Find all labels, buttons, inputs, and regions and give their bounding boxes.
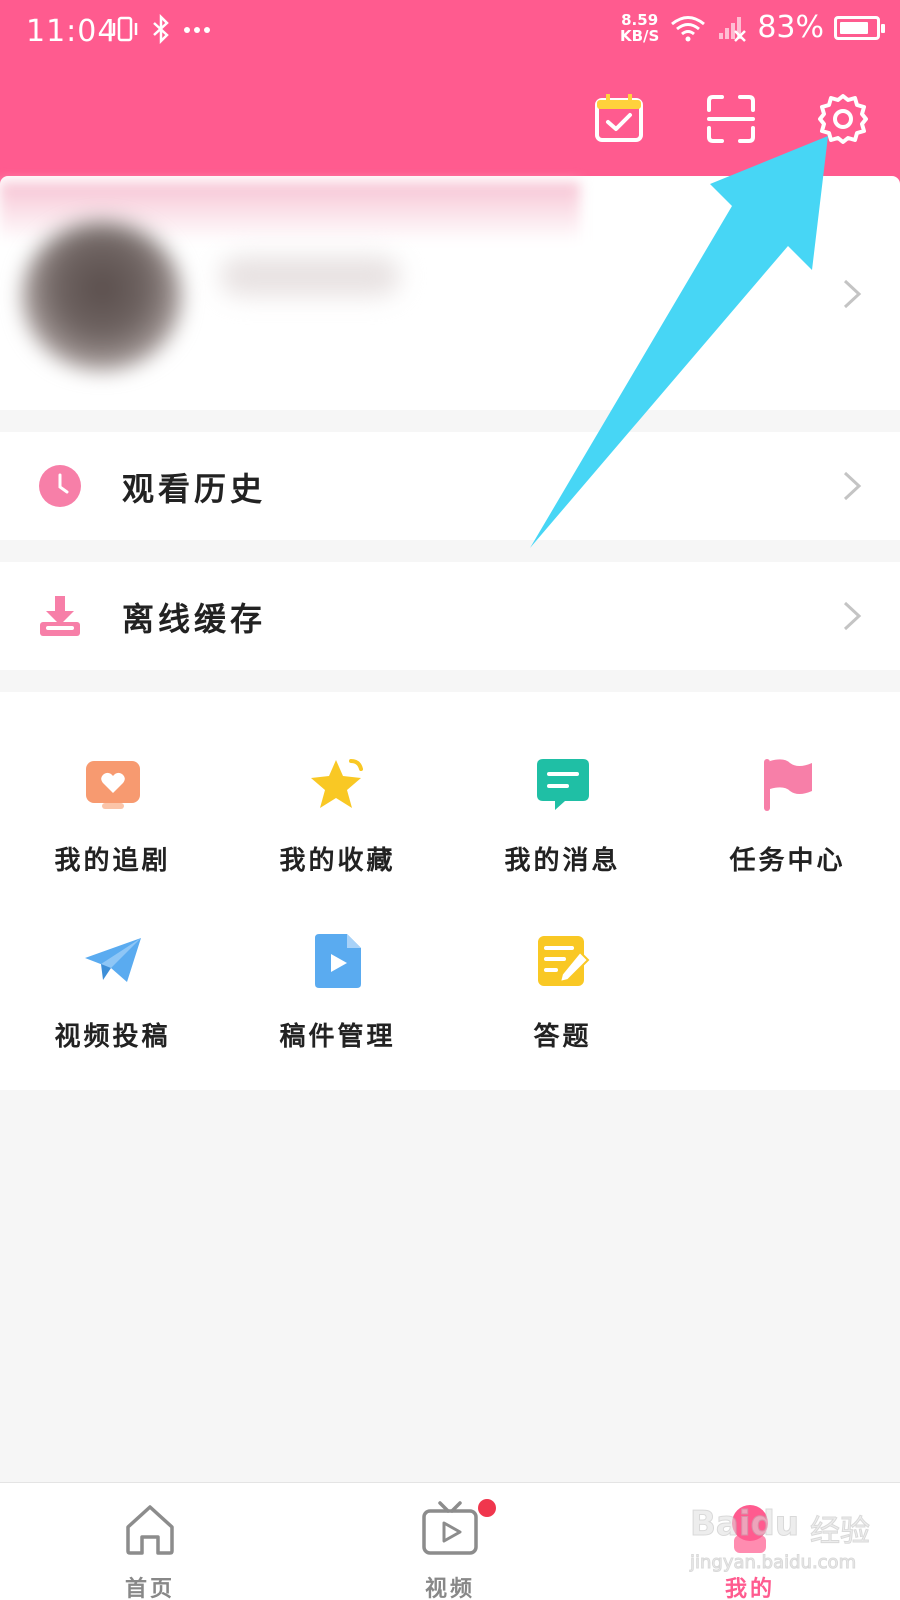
menu-item-offline-cache[interactable]: 离线缓存 [0,562,900,670]
more-icon [184,27,210,33]
calendar-check-icon [595,94,643,142]
wifi-icon [671,15,706,41]
grid-item-video-submission[interactable]: 视频投稿 [0,930,225,1070]
header-actions [592,92,870,146]
video-file-icon [315,934,361,988]
net-speed: 8.59 KB/S [619,10,660,45]
header: 11:04 8.59 KB/S 83% [0,0,900,190]
edit-note-icon [538,936,590,986]
grid-item-following-dramas[interactable]: 我的追剧 [0,754,225,894]
grid-item-quiz[interactable]: 答题 [450,930,675,1070]
grid-item-label: 我的收藏 [279,846,396,876]
message-icon [537,759,589,810]
chevron-right-icon [843,601,862,631]
vibrate-icon [112,16,138,42]
grid-item-label: 我的追剧 [54,846,171,876]
battery-fill [840,21,869,34]
grid-item-manuscript-management[interactable]: 稿件管理 [225,930,450,1070]
star-icon [311,759,363,808]
signal-icon [719,16,747,42]
settings-button[interactable] [816,92,870,146]
grid-item-task-center[interactable]: 任务中心 [675,754,900,894]
menu-item-history[interactable]: 观看历史 [0,432,900,540]
tab-label: 我的 [724,1576,775,1600]
tab-home[interactable]: 首页 [90,1501,210,1600]
notification-badge [478,1499,496,1517]
grid-item-favorites[interactable]: 我的收藏 [225,754,450,894]
battery-percent: 83% [757,10,824,45]
bottom-tab-bar: 首页 视频 我的 [0,1482,900,1600]
status-time: 11:04 [26,14,118,49]
tv-play-icon [422,1501,478,1555]
chevron-right-icon [843,471,862,501]
tab-label: 首页 [124,1576,175,1600]
grid-item-label: 视频投稿 [54,1022,171,1052]
download-icon [40,596,80,636]
bluetooth-icon [153,14,169,44]
grid-item-label: 稿件管理 [279,1022,396,1052]
grid-item-messages[interactable]: 我的消息 [450,754,675,894]
feature-grid: 我的追剧 我的收藏 我的消息 任务中心 视频投稿 稿件管理 答题 [0,692,900,1090]
menu-item-label: 观看历史 [122,470,267,508]
menu-item-label: 离线缓存 [122,600,267,638]
gear-icon [818,94,868,144]
heart-tv-icon [86,761,140,809]
tab-label: 视频 [424,1576,475,1600]
tab-video[interactable]: 视频 [390,1499,510,1600]
tab-mine[interactable]: 我的 [690,1501,810,1600]
grid-item-label: 任务中心 [729,846,846,876]
username [220,256,400,296]
battery-icon [834,15,885,40]
home-icon [126,1505,174,1555]
chevron-right-icon [843,279,862,309]
grid-item-label: 我的消息 [504,846,621,876]
checkin-button[interactable] [592,92,646,146]
grid-item-label: 答题 [533,1022,592,1052]
clock-icon [39,465,81,507]
flag-icon [764,759,812,811]
scan-button[interactable] [704,92,758,146]
scan-icon [707,95,755,143]
status-bar: 11:04 8.59 KB/S 83% [0,0,900,64]
avatar[interactable] [22,221,182,371]
profile-card[interactable] [0,176,900,410]
paper-plane-icon [85,938,141,982]
profile-icon [732,1505,768,1553]
